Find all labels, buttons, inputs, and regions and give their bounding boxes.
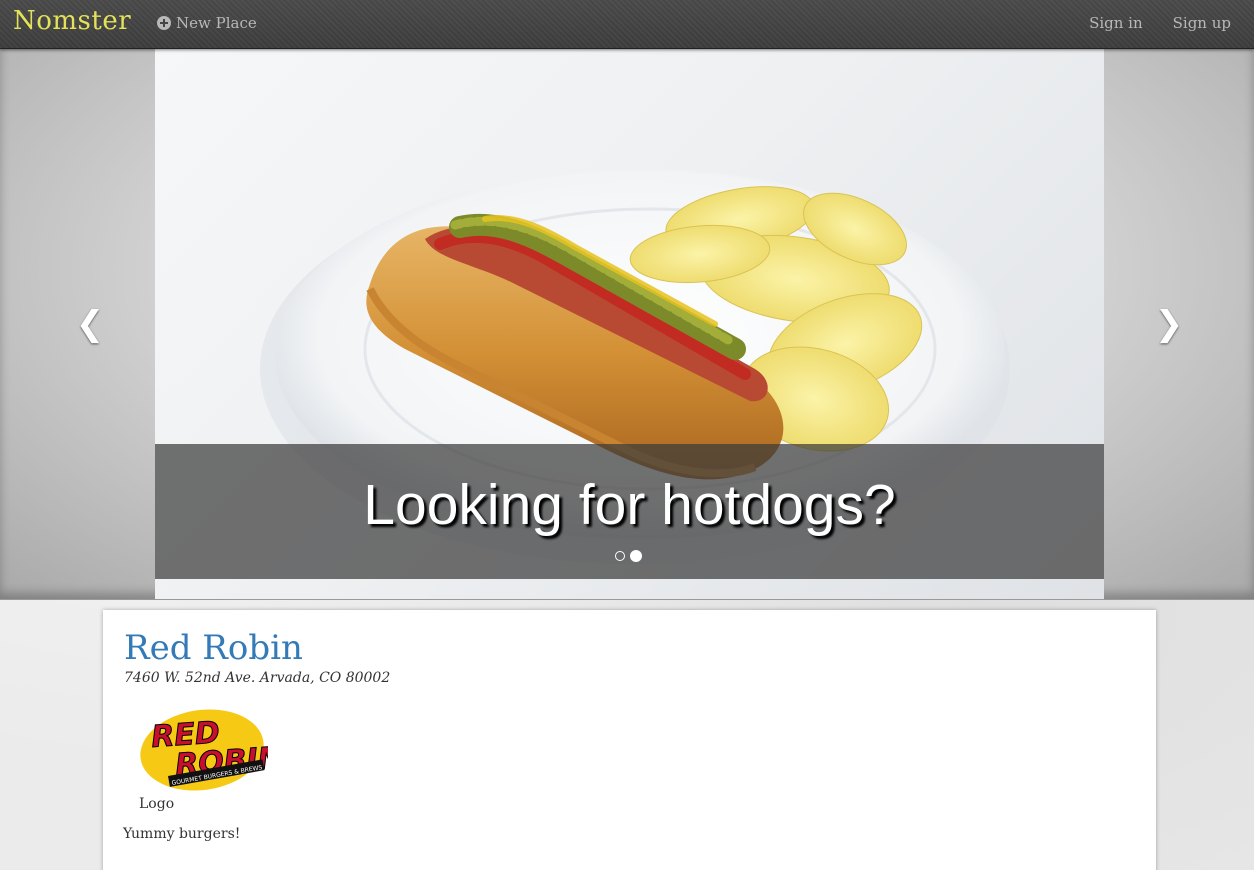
carousel: Looking for hotdogs? ❮ ❯: [0, 49, 1254, 600]
caption-text: Looking for hotdogs?: [363, 473, 896, 537]
red-robin-logo: RED ROBIN GOURMET BURGERS & BREWS: [140, 709, 285, 791]
brand-link[interactable]: Nomster: [13, 6, 131, 36]
place-address: 7460 W. 52nd Ave. Arvada, CO 80002: [124, 670, 391, 686]
carousel-caption: Looking for hotdogs?: [155, 444, 1104, 579]
sign-in-link[interactable]: Sign in: [1089, 14, 1143, 32]
carousel-slide: Looking for hotdogs?: [155, 49, 1104, 599]
place-name[interactable]: Red Robin: [124, 628, 303, 668]
nav-right: Sign in Sign up: [1089, 14, 1231, 32]
top-navbar: Nomster New Place Sign in Sign up: [0, 0, 1254, 49]
new-place-link[interactable]: New Place: [157, 14, 257, 32]
chevron-right-icon: ❯: [1154, 304, 1184, 344]
chevron-left-icon: ❮: [75, 304, 105, 344]
carousel-next-button[interactable]: ❯: [1154, 304, 1184, 344]
place-panel: Red Robin 7460 W. 52nd Ave. Arvada, CO 8…: [103, 610, 1156, 870]
new-place-label: New Place: [176, 14, 257, 32]
carousel-indicator-1[interactable]: [615, 551, 625, 561]
plus-circle-icon: [157, 16, 171, 30]
logo-caption: Logo: [139, 796, 175, 812]
carousel-prev-button[interactable]: ❮: [75, 304, 105, 344]
carousel-indicators: [615, 550, 642, 562]
place-logo: RED ROBIN GOURMET BURGERS & BREWS: [138, 707, 285, 793]
sign-up-link[interactable]: Sign up: [1173, 14, 1231, 32]
place-description: Yummy burgers!: [123, 826, 241, 842]
carousel-indicator-2[interactable]: [630, 550, 642, 562]
